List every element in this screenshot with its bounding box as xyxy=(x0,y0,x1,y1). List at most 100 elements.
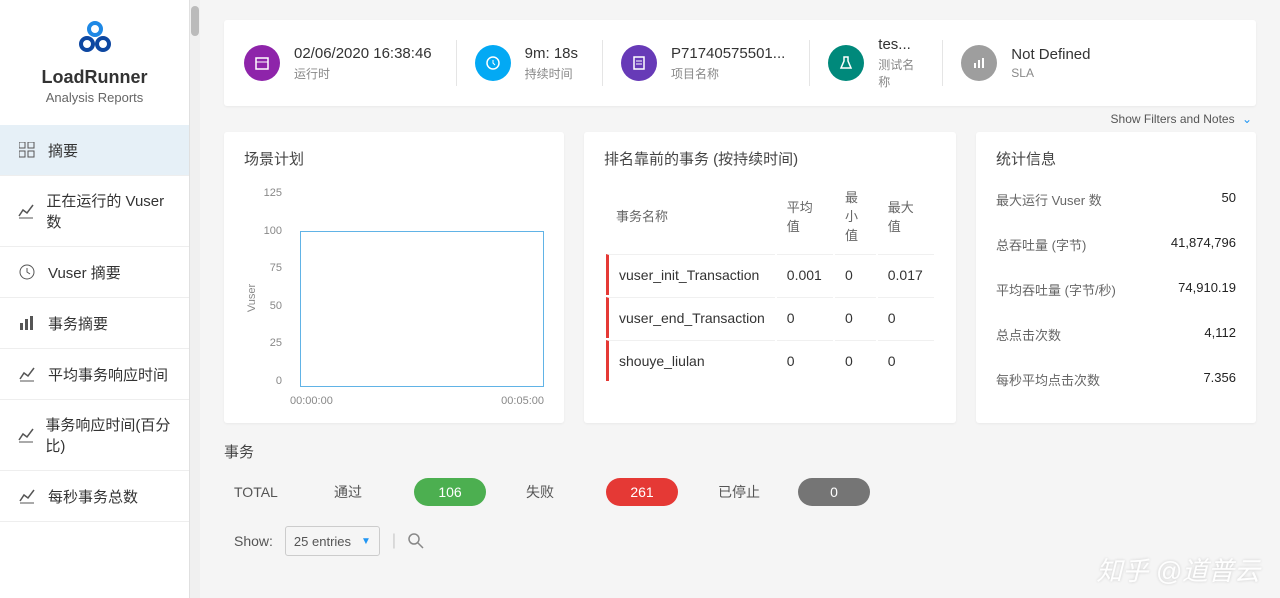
nav-label: 事务摘要 xyxy=(48,313,108,334)
sidebar: LoadRunner Analysis Reports 摘要 正在运行的 Vus… xyxy=(0,0,190,598)
nav-item-vuser-summary[interactable]: Vuser 摘要 xyxy=(0,247,189,298)
brand-title: LoadRunner xyxy=(0,67,189,88)
ranking-panel: 排名靠前的事务 (按持续时间) 事务名称 平均值 最小值 最大值 vuser_i… xyxy=(584,132,956,423)
cell-avg: 0 xyxy=(777,340,833,381)
stat-row: 最大运行 Vuser 数 50 xyxy=(996,177,1236,222)
total-label: TOTAL xyxy=(234,484,294,500)
cell-min: 0 xyxy=(835,297,876,338)
fail-pill[interactable]: 261 xyxy=(606,478,678,506)
table-row[interactable]: vuser_init_Transaction 0.001 0 0.017 xyxy=(606,254,934,295)
header-separator xyxy=(942,40,943,86)
stat-key: 总点击次数 xyxy=(996,325,1061,344)
filters-toggle[interactable]: Show Filters and Notes ⌄ xyxy=(224,106,1256,126)
scroll-thumb[interactable] xyxy=(191,6,199,36)
y-tick: 75 xyxy=(244,262,282,274)
stat-row: 平均吞吐量 (字节/秒) 74,910.19 xyxy=(996,267,1236,312)
brand-block: LoadRunner Analysis Reports xyxy=(0,0,189,115)
brand-subtitle: Analysis Reports xyxy=(0,90,189,105)
stats-panel: 统计信息 最大运行 Vuser 数50 总吞吐量 (字节)41,874,796 … xyxy=(976,132,1256,423)
col-header: 最大值 xyxy=(878,179,934,252)
nav-item-summary[interactable]: 摘要 xyxy=(0,125,189,176)
pass-label: 通过 xyxy=(334,482,394,502)
dashboard-icon xyxy=(16,139,38,161)
scenario-title: 场景计划 xyxy=(244,148,544,169)
stop-pill[interactable]: 0 xyxy=(798,478,870,506)
cell-max: 0 xyxy=(878,340,934,381)
header-separator xyxy=(456,40,457,86)
chart-icon xyxy=(961,45,997,81)
main-content: 02/06/2020 16:38:46运行时 9m: 18s持续时间 P7174… xyxy=(190,0,1280,598)
nav-label: 每秒事务总数 xyxy=(48,486,138,507)
pass-pill[interactable]: 106 xyxy=(414,478,486,506)
x-tick: 00:05:00 xyxy=(501,395,544,407)
y-tick: 0 xyxy=(244,375,282,387)
header-runtime: 02/06/2020 16:38:46运行时 xyxy=(244,45,432,82)
divider: | xyxy=(392,532,396,550)
cell-max: 0 xyxy=(878,297,934,338)
y-tick: 25 xyxy=(244,337,282,349)
nav-label: Vuser 摘要 xyxy=(48,262,121,283)
project-label: 项目名称 xyxy=(671,65,785,82)
nav-item-response-percentile[interactable]: 事务响应时间(百分比) xyxy=(0,400,189,471)
line-chart-icon xyxy=(16,200,36,222)
stat-value: 7.356 xyxy=(1203,370,1236,389)
table-row[interactable]: shouye_liulan 0 0 0 xyxy=(606,340,934,381)
cell-avg: 0.001 xyxy=(777,254,833,295)
nav-item-tx-per-sec[interactable]: 每秒事务总数 xyxy=(0,471,189,522)
stat-key: 平均吞吐量 (字节/秒) xyxy=(996,280,1116,299)
header-card: 02/06/2020 16:38:46运行时 9m: 18s持续时间 P7174… xyxy=(224,20,1256,106)
stat-key: 最大运行 Vuser 数 xyxy=(996,190,1102,209)
stat-key: 每秒平均点击次数 xyxy=(996,370,1100,389)
show-label: Show: xyxy=(234,533,273,549)
x-tick: 00:00:00 xyxy=(290,395,333,407)
tx-summary-row: TOTAL 通过 106 失败 261 已停止 0 xyxy=(224,478,1256,506)
nav-item-avg-response[interactable]: 平均事务响应时间 xyxy=(0,349,189,400)
runtime-value: 02/06/2020 16:38:46 xyxy=(294,45,432,62)
line-chart-icon xyxy=(16,485,38,507)
nav-item-running-vuser[interactable]: 正在运行的 Vuser 数 xyxy=(0,176,189,247)
table-row[interactable]: vuser_end_Transaction 0 0 0 xyxy=(606,297,934,338)
brand-logo-icon xyxy=(75,20,115,56)
cell-name: shouye_liulan xyxy=(606,340,775,381)
y-tick: 50 xyxy=(244,300,282,312)
fail-label: 失败 xyxy=(526,482,586,502)
flask-icon xyxy=(828,45,864,81)
header-sla: Not DefinedSLA xyxy=(961,45,1090,81)
duration-value: 9m: 18s xyxy=(525,45,578,62)
chevron-down-icon: ▼ xyxy=(361,536,371,547)
y-axis-ticks: 125 100 75 50 25 0 xyxy=(244,187,282,387)
line-chart-icon xyxy=(16,424,35,446)
test-value: tes... xyxy=(878,36,918,53)
chevron-down-icon: ⌄ xyxy=(1242,112,1252,126)
stat-row: 总点击次数 4,112 xyxy=(996,312,1236,357)
cell-min: 0 xyxy=(835,340,876,381)
line-chart-icon xyxy=(16,363,38,385)
y-tick: 100 xyxy=(244,225,282,237)
search-icon[interactable] xyxy=(408,533,424,549)
cell-name: vuser_end_Transaction xyxy=(606,297,775,338)
bar-chart-icon xyxy=(16,312,38,334)
transactions-section: 事务 TOTAL 通过 106 失败 261 已停止 0 Show: xyxy=(224,441,1256,556)
sidebar-scrollbar[interactable] xyxy=(190,0,200,598)
stat-value: 41,874,796 xyxy=(1171,235,1236,254)
sla-label: SLA xyxy=(1011,66,1090,80)
col-header: 最小值 xyxy=(835,179,876,252)
col-header: 事务名称 xyxy=(606,179,775,252)
stat-value: 4,112 xyxy=(1204,325,1236,344)
filters-label: Show Filters and Notes xyxy=(1111,112,1235,126)
stat-value: 74,910.19 xyxy=(1178,280,1236,299)
nav-list: 摘要 正在运行的 Vuser 数 Vuser 摘要 事务摘要 平均事务响应时间 … xyxy=(0,125,189,522)
entries-select[interactable]: 25 entries ▼ xyxy=(285,526,380,556)
stat-value: 50 xyxy=(1222,190,1236,209)
stats-title: 统计信息 xyxy=(996,148,1236,169)
header-duration: 9m: 18s持续时间 xyxy=(475,45,578,82)
clock-icon xyxy=(16,261,38,283)
col-header: 平均值 xyxy=(777,179,833,252)
stat-row: 总吞吐量 (字节)41,874,796 xyxy=(996,222,1236,267)
show-row: Show: 25 entries ▼ | xyxy=(224,526,1256,556)
calendar-icon xyxy=(244,45,280,81)
nav-label: 事务响应时间(百分比) xyxy=(45,414,173,456)
tx-title: 事务 xyxy=(224,441,1256,462)
document-icon xyxy=(621,45,657,81)
nav-item-tx-summary[interactable]: 事务摘要 xyxy=(0,298,189,349)
